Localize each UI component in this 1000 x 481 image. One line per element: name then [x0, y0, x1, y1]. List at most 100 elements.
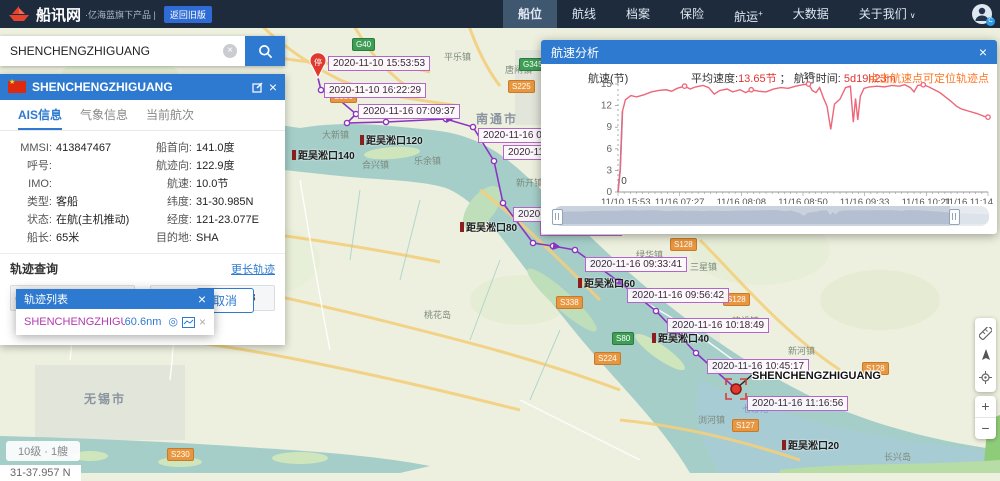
field-value: 121-23.077E: [196, 211, 259, 229]
map-place-label: 乐余镇: [414, 154, 441, 167]
search-button[interactable]: [245, 36, 285, 66]
field-label: 船长:: [10, 229, 52, 247]
zoom-in-button[interactable]: +: [975, 396, 996, 417]
ship-panel-header: SHENCHENGZHIGUANG ×: [0, 74, 285, 100]
distance-marker-icon: [360, 135, 364, 145]
svg-text:12: 12: [601, 101, 613, 112]
field-value: 65米: [56, 229, 144, 247]
ais-field-row: MMSI:413847467船首向:141.0度: [10, 139, 275, 157]
nav-item-6[interactable]: 大数据: [778, 0, 844, 28]
ais-field-row: IMO:航速:10.0节: [10, 175, 275, 193]
remove-track-icon[interactable]: ×: [199, 315, 206, 329]
user-avatar[interactable]: C: [972, 4, 992, 24]
speed-analysis-panel: 航速分析 × 航速(节) 平均速度:13.65节 ； 航行时间: 5d19h23…: [541, 40, 997, 234]
nav-item-5[interactable]: 航运+: [719, 0, 778, 28]
map-zoom-control: + −: [975, 396, 996, 439]
measure-ruler-icon[interactable]: [975, 322, 996, 344]
tab-2[interactable]: 气象信息: [80, 100, 128, 130]
map-place-label: 大新镇: [322, 128, 349, 141]
road-badge: S338: [556, 296, 583, 309]
svg-text:11/16 09:33: 11/16 09:33: [840, 197, 889, 204]
close-icon[interactable]: ×: [269, 80, 277, 94]
field-label: 经度:: [144, 211, 192, 229]
chart-range-slider[interactable]: [553, 206, 989, 226]
distance-marker-icon: [578, 278, 582, 288]
search-input[interactable]: [0, 36, 245, 66]
ship-title: SHENCHENGZHIGUANG: [32, 80, 246, 94]
ais-field-row: 类型:客船纬度:31-30.985N: [10, 193, 275, 211]
nav-item-1[interactable]: 船位: [503, 0, 557, 28]
track-timestamp-label[interactable]: 2020-11-16 10:18:49: [667, 318, 769, 333]
slider-right-handle[interactable]: [949, 209, 960, 225]
heading-cone-icon[interactable]: [975, 344, 996, 366]
track-distance: 60.6nm: [125, 316, 162, 328]
brand-name: 船讯网: [36, 4, 81, 25]
nav-item-7[interactable]: 关于我们∨: [844, 0, 931, 28]
ais-field-row: 船长:65米目的地:SHA: [10, 229, 275, 247]
svg-text:0: 0: [621, 176, 627, 187]
speed-line-chart[interactable]: 0369121511/10 15:5311/16 07:2711/16 08:0…: [541, 40, 997, 204]
map-place-label: 新开镇: [516, 176, 543, 189]
track-timestamp-label[interactable]: 2020-11-16 07:09:37: [358, 104, 460, 119]
distance-marker-icon: [652, 333, 656, 343]
wusong-distance-marker: 距吴淞口120: [360, 132, 423, 147]
map-place-label: 三星镇: [690, 260, 717, 273]
wusong-distance-marker: 距吴淞口20: [782, 437, 839, 452]
track-timestamp-label[interactable]: 2020-11-10 16:22:29: [324, 83, 426, 98]
track-list-panel: 轨迹列表 × SHENCHENGZHIGUANG 60.6nm ◎ ×: [16, 289, 214, 335]
old-version-badge[interactable]: 返回旧版: [164, 6, 212, 23]
map-place-label: 无锡市: [84, 390, 126, 407]
main-nav: 船位航线档案保险航运+大数据关于我们∨: [503, 0, 931, 28]
speed-chart-icon[interactable]: [182, 317, 195, 328]
field-value: 客船: [56, 193, 144, 211]
wusong-distance-marker: 距吴淞口80: [460, 219, 517, 234]
track-timestamp-label[interactable]: 2020-11-16 11:16:56: [747, 396, 848, 411]
external-link-icon[interactable]: [252, 82, 263, 93]
field-value: SHA: [196, 229, 219, 247]
locate-icon[interactable]: [975, 366, 996, 388]
close-icon[interactable]: ×: [198, 292, 206, 306]
map-place-label: 合兴镇: [362, 158, 389, 171]
road-badge: S224: [594, 352, 621, 365]
distance-marker-icon: [292, 150, 296, 160]
chevron-down-icon: ∨: [910, 11, 916, 20]
brand[interactable]: 船讯网 ·亿海蓝旗下产品 |: [8, 4, 156, 25]
eye-icon[interactable]: ◎: [168, 316, 178, 328]
current-ship-name-label[interactable]: SHENCHENGZHIGUANG: [752, 370, 881, 382]
map-place-label: 新河镇: [788, 344, 815, 357]
field-label: 状态:: [10, 211, 52, 229]
svg-text:15: 15: [803, 71, 815, 82]
map-place-label: 平乐镇: [444, 50, 471, 63]
svg-text:11/16 08:08: 11/16 08:08: [717, 197, 766, 204]
field-label: MMSI:: [10, 139, 52, 157]
track-timestamp-label[interactable]: 2020-11-10 15:53:53: [328, 56, 430, 71]
top-nav-bar: 船讯网 ·亿海蓝旗下产品 | 返回旧版 船位航线档案保险航运+大数据关于我们∨ …: [0, 0, 1000, 28]
cursor-coordinates: 31-37.957 N: [0, 465, 81, 481]
svg-text:15: 15: [601, 79, 613, 90]
longer-track-link[interactable]: 更长轨迹: [231, 261, 275, 277]
nav-item-4[interactable]: 保险: [665, 0, 719, 28]
svg-text:9: 9: [606, 122, 612, 133]
field-value: [56, 175, 144, 193]
tab-1[interactable]: AIS信息: [18, 100, 62, 130]
map-place-label: 浏河镇: [698, 413, 725, 426]
track-timestamp-label[interactable]: 2020-11-16 09:33:41: [585, 257, 687, 272]
field-value: 在航(主机推动): [56, 211, 144, 229]
field-label: 纬度:: [144, 193, 192, 211]
field-label: 航速:: [144, 175, 192, 193]
nav-item-2[interactable]: 航线: [557, 0, 611, 28]
boat-logo-icon: [8, 6, 30, 22]
brand-suffix: ·亿海蓝旗下产品 |: [85, 8, 156, 21]
field-value: 31-30.985N: [196, 193, 254, 211]
slider-left-handle[interactable]: [552, 209, 563, 225]
track-list-title: 轨迹列表: [24, 291, 198, 307]
tab-3[interactable]: 当前航次: [146, 100, 194, 130]
zoom-out-button[interactable]: −: [975, 417, 996, 439]
track-ship-name[interactable]: SHENCHENGZHIGUANG: [24, 316, 125, 328]
map-place-label: 南通市: [476, 110, 518, 127]
track-timestamp-label[interactable]: 2020-11-16 09:56:42: [627, 288, 729, 303]
ais-fields: MMSI:413847467船首向:141.0度呼号:航迹向:122.9度IMO…: [0, 131, 285, 253]
nav-item-3[interactable]: 档案: [611, 0, 665, 28]
clear-search-icon[interactable]: ×: [223, 44, 237, 58]
map-place-label: 桃花岛: [424, 308, 451, 321]
